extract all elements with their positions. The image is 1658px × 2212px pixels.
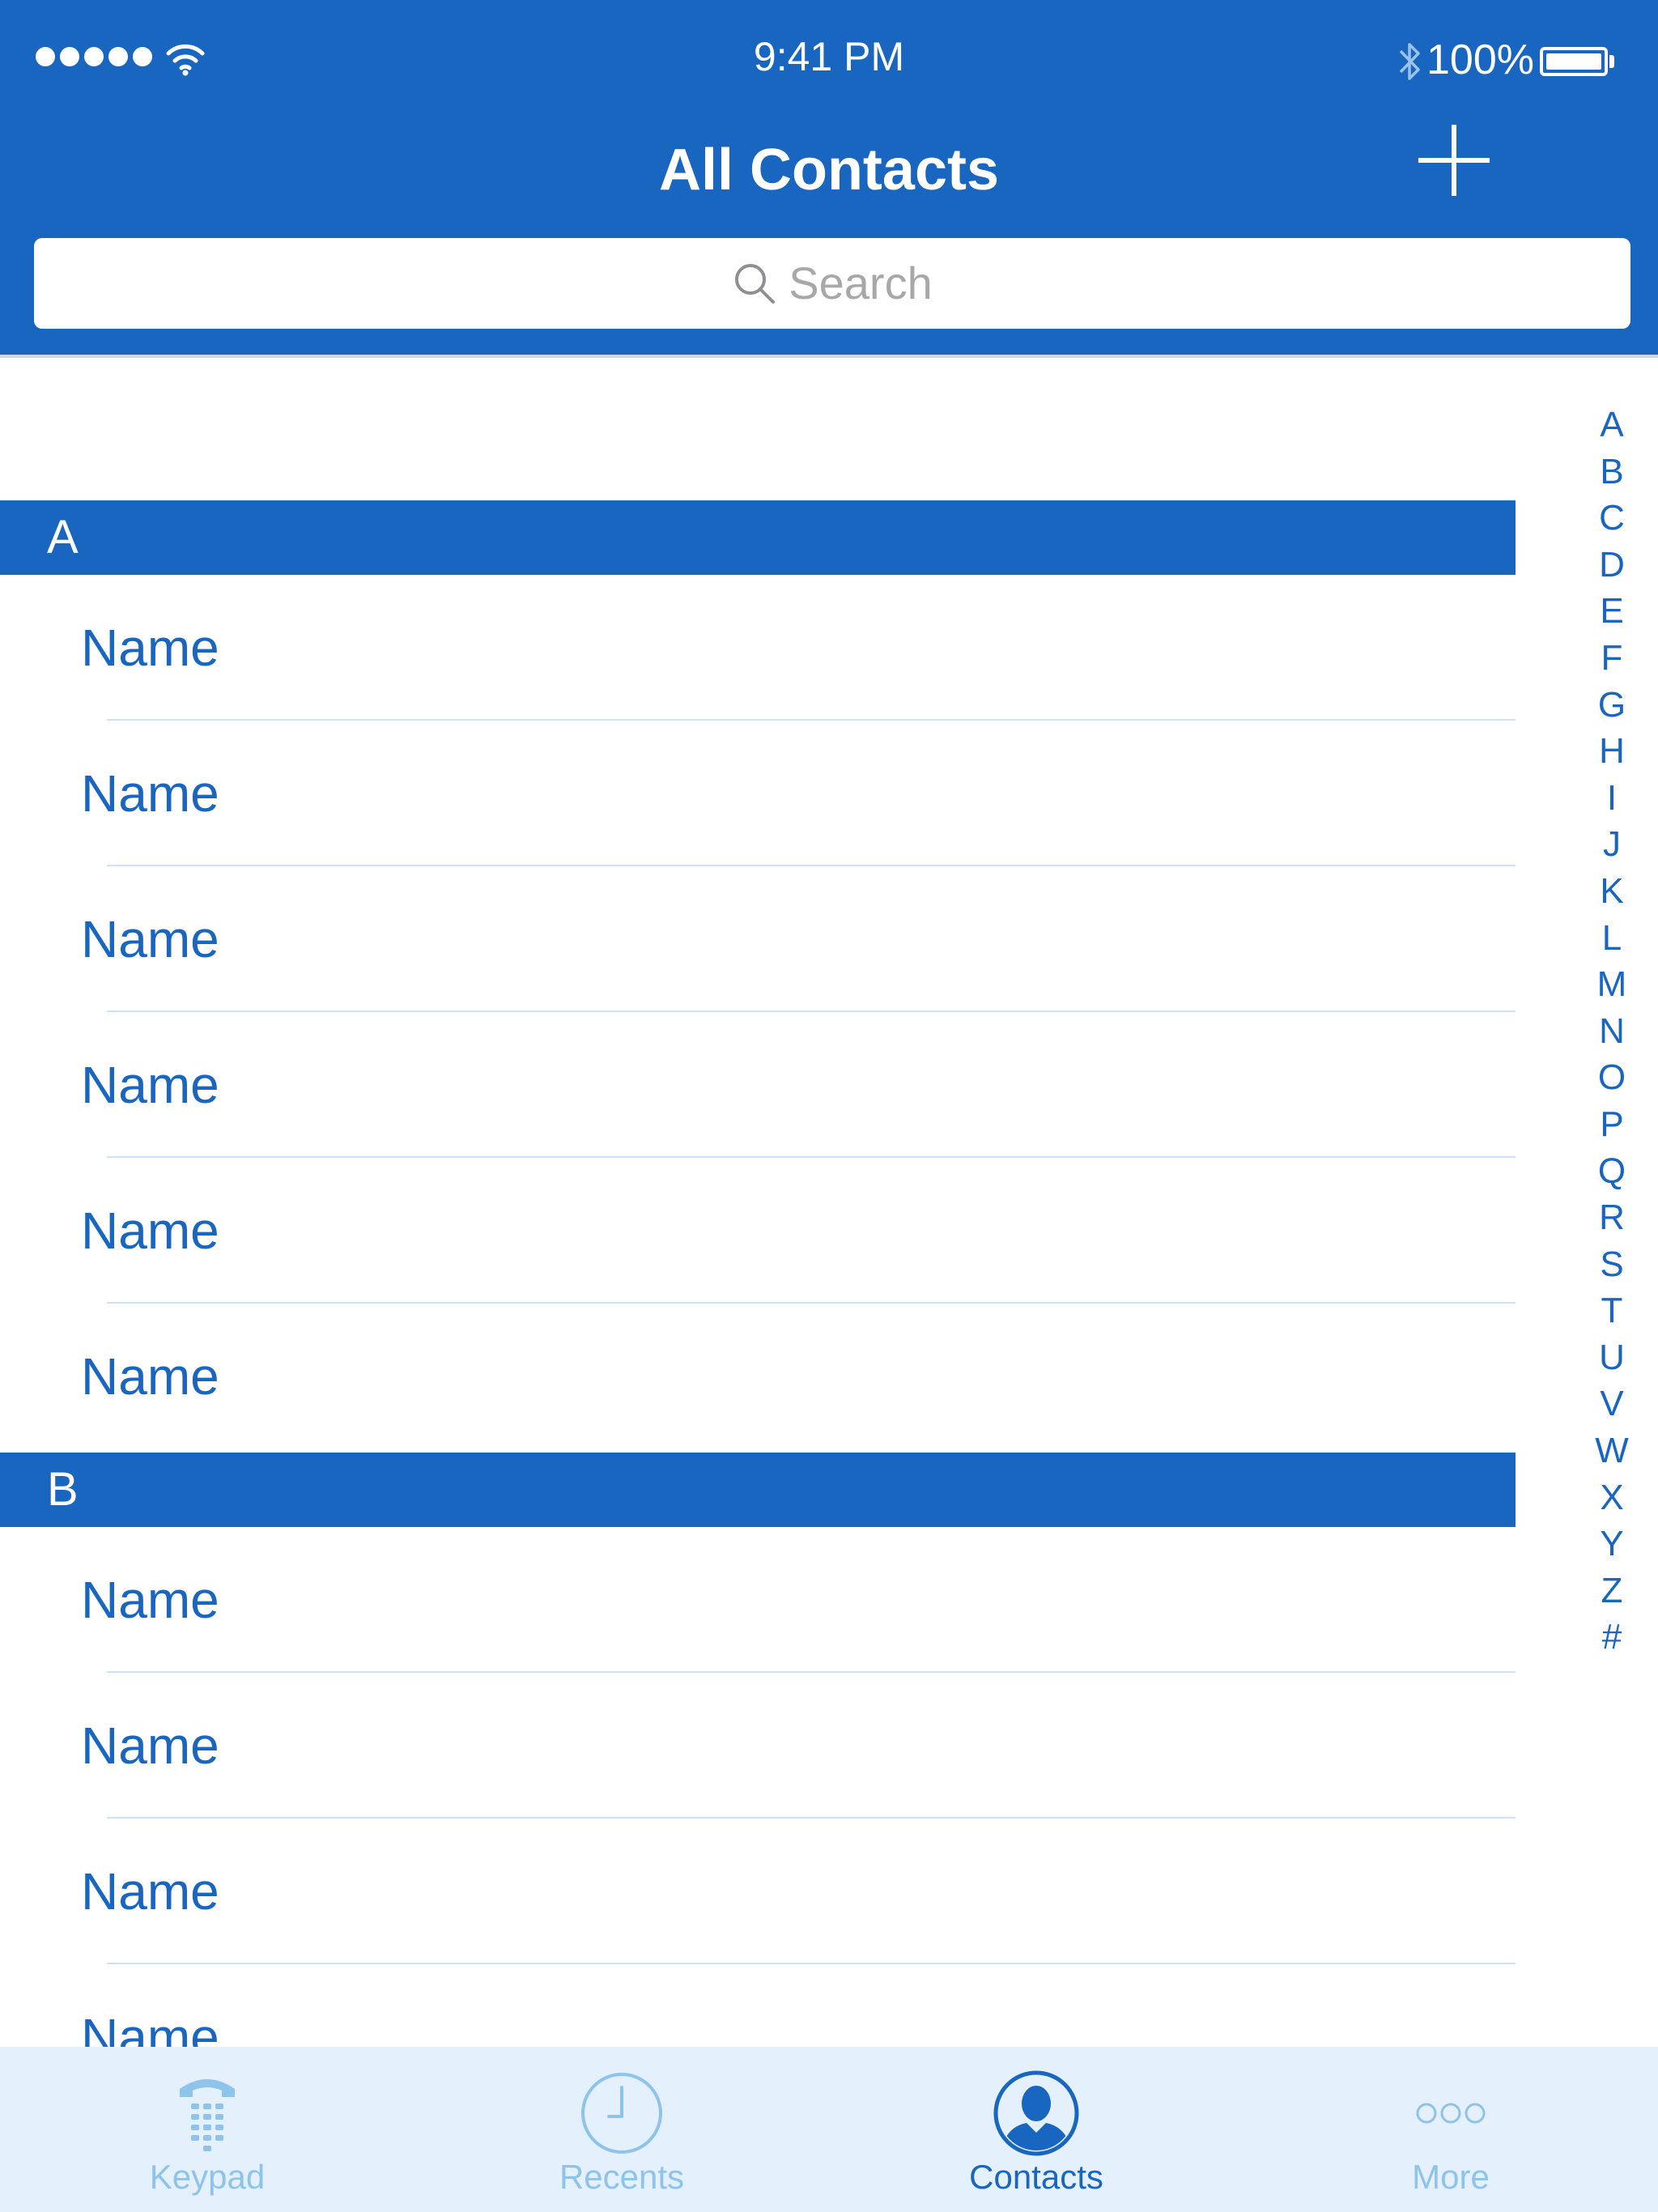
tab-label: Keypad <box>149 2158 266 2196</box>
index-letter[interactable]: H <box>1579 728 1645 775</box>
index-letter[interactable]: V <box>1579 1380 1645 1427</box>
contact-row[interactable]: Name <box>0 721 1516 866</box>
contact-row[interactable]: Name <box>0 1012 1516 1158</box>
more-icon <box>1416 2103 1486 2124</box>
tab-more[interactable]: More <box>1244 2047 1658 2212</box>
battery-icon <box>1540 47 1608 76</box>
page-title: All Contacts <box>658 138 1000 202</box>
index-letter[interactable]: R <box>1579 1194 1645 1241</box>
alphabet-index[interactable]: A B C D E F G H I J K L M N O P Q R S T … <box>1579 402 1645 1661</box>
index-letter[interactable]: A <box>1579 402 1645 449</box>
battery-tip <box>1609 55 1614 68</box>
clock-icon <box>581 2073 662 2154</box>
index-letter[interactable]: J <box>1579 821 1645 868</box>
contact-name: Name <box>81 1862 219 1921</box>
contact-name: Name <box>81 1571 219 1629</box>
tab-label: More <box>1412 2158 1490 2196</box>
index-letter[interactable]: G <box>1579 682 1645 729</box>
contact-row[interactable]: Name <box>0 1673 1516 1819</box>
index-letter[interactable]: K <box>1579 868 1645 915</box>
person-icon <box>993 2070 1079 2156</box>
tab-keypad[interactable]: Keypad <box>0 2047 414 2212</box>
bluetooth-icon <box>1399 43 1420 80</box>
index-letter[interactable]: Y <box>1579 1521 1645 1568</box>
index-letter[interactable]: U <box>1579 1334 1645 1381</box>
search-icon <box>735 264 776 304</box>
index-letter[interactable]: P <box>1579 1101 1645 1148</box>
section-header-a: A <box>0 500 1516 575</box>
telephone-keypad-icon <box>180 2079 235 2151</box>
add-contact-button[interactable] <box>1415 121 1493 199</box>
contact-row[interactable]: Name <box>0 1819 1516 1964</box>
index-letter[interactable]: O <box>1579 1054 1645 1101</box>
index-letter[interactable]: C <box>1579 495 1645 542</box>
index-letter[interactable]: L <box>1579 915 1645 962</box>
contact-name: Name <box>81 1716 219 1775</box>
contact-name: Name <box>81 619 219 677</box>
index-letter[interactable]: E <box>1579 588 1645 635</box>
contact-name: Name <box>81 1202 219 1260</box>
contact-row[interactable]: Name <box>0 1964 1516 2047</box>
battery-percentage: 100% <box>1426 36 1534 83</box>
contacts-list[interactable]: A Name Name Name Name Name Name B Name N… <box>0 358 1516 2047</box>
index-letter[interactable]: T <box>1579 1287 1645 1334</box>
index-letter[interactable]: Z <box>1579 1568 1645 1614</box>
search-placeholder: Search <box>789 257 933 308</box>
status-bar: 9:41 PM 100% <box>0 0 1658 113</box>
contact-row[interactable]: Name <box>0 866 1516 1012</box>
tab-label: Recents <box>559 2158 685 2196</box>
tab-contacts[interactable]: Contacts <box>829 2047 1244 2212</box>
contact-name: Name <box>81 1347 219 1406</box>
tab-recents[interactable]: Recents <box>414 2047 829 2212</box>
tab-label: Contacts <box>969 2158 1103 2196</box>
index-letter[interactable]: W <box>1579 1427 1645 1474</box>
navigation-header: 9:41 PM 100% All Contacts Search <box>0 0 1658 355</box>
search-input[interactable]: Search <box>34 238 1630 329</box>
index-letter[interactable]: S <box>1579 1241 1645 1288</box>
index-letter[interactable]: F <box>1579 635 1645 682</box>
plus-icon <box>1418 125 1490 196</box>
contact-row[interactable]: Name <box>0 1304 1516 1449</box>
contact-row[interactable]: Name <box>0 575 1516 721</box>
index-letter[interactable]: X <box>1579 1474 1645 1521</box>
contact-name: Name <box>81 910 219 968</box>
contact-row[interactable]: Name <box>0 1527 1516 1673</box>
index-letter[interactable]: N <box>1579 1008 1645 1055</box>
contact-name: Name <box>81 764 219 823</box>
index-letter[interactable]: M <box>1579 961 1645 1008</box>
index-letter[interactable]: B <box>1579 449 1645 496</box>
index-letter[interactable]: D <box>1579 542 1645 589</box>
contact-name: Name <box>81 1056 219 1114</box>
index-letter[interactable]: # <box>1579 1614 1645 1661</box>
contact-row[interactable]: Name <box>0 1158 1516 1304</box>
contact-name: Name <box>81 2008 219 2047</box>
tab-bar: Keypad Recents Contacts More <box>0 2047 1658 2212</box>
index-letter[interactable]: I <box>1579 775 1645 822</box>
section-header-b: B <box>0 1453 1516 1527</box>
index-letter[interactable]: Q <box>1579 1148 1645 1195</box>
